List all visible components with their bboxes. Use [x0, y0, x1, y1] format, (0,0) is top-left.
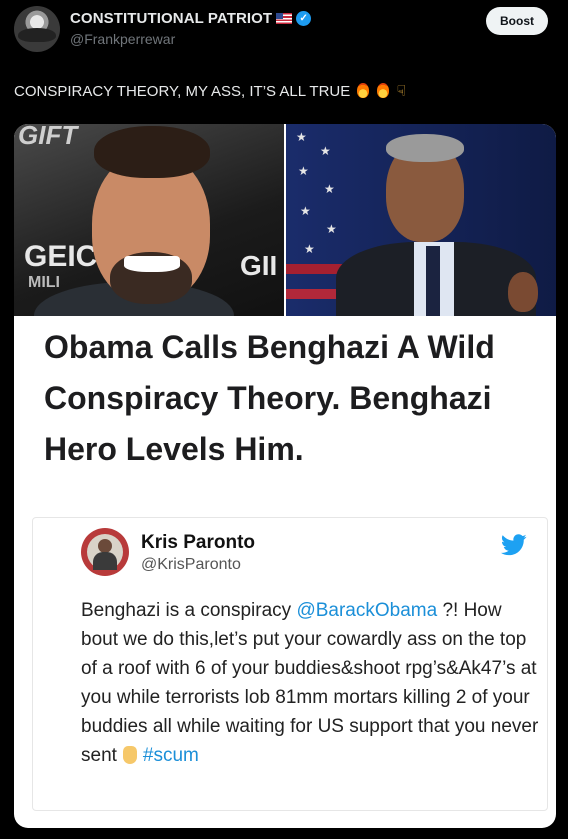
flag-star-icon: ★ [326, 222, 337, 236]
boost-button[interactable]: Boost [486, 7, 548, 35]
verified-badge-icon[interactable]: ✓ [296, 11, 312, 26]
quoted-text-after: ?! How bout we do this,let’s put your co… [81, 600, 539, 766]
middle-finger-icon [122, 746, 137, 764]
photo-paronto: GIFT GEIC MILI GII [14, 124, 284, 316]
paronto-smile [124, 256, 180, 272]
author-name-row: CONSTITUTIONAL PATRIOT ✓ [70, 10, 312, 27]
bg-sign-text-small: MILI [28, 274, 60, 291]
obama-tie [426, 246, 440, 316]
quoted-name: Kris Paronto [141, 532, 256, 553]
quoted-text: Benghazi is a conspiracy @BarackObama ?!… [81, 596, 543, 770]
quoted-hashtag-link[interactable]: #scum [143, 745, 199, 766]
fire-icon [357, 83, 370, 98]
author-display-name[interactable]: CONSTITUTIONAL PATRIOT [70, 10, 272, 27]
flag-star-icon: ★ [296, 130, 307, 144]
fire-icon [376, 83, 389, 98]
flag-star-icon: ★ [324, 182, 335, 196]
us-flag-icon [276, 13, 293, 24]
bg-sign-text-center: GII [240, 250, 278, 281]
flag-star-icon: ★ [298, 164, 309, 178]
paronto-hair [94, 126, 210, 178]
flag-star-icon: ★ [320, 144, 331, 158]
flag-star-icon: ★ [304, 242, 315, 256]
quoted-avatar [81, 528, 129, 576]
obama-hand [508, 272, 538, 312]
pointing-down-icon: ☟ [396, 83, 406, 100]
flag-star-icon: ★ [300, 204, 311, 218]
tweet-text: CONSPIRACY THEORY, MY ASS, IT’S ALL TRUE [14, 83, 351, 100]
author-handle[interactable]: @Frankperrewar [70, 31, 175, 47]
bg-sign-text-mid: GEIC [24, 240, 98, 273]
quoted-tweet-card: Kris Paronto @KrisParonto Benghazi is a … [32, 517, 548, 811]
post-media-image[interactable]: GIFT GEIC MILI GII ★ ★ ★ ★ ★ ★ ★ Obama C… [14, 124, 556, 828]
obama-hair [386, 134, 464, 162]
bg-sign-text-top: GIFT [18, 124, 78, 150]
quoted-handle: @KrisParonto [141, 556, 241, 573]
author-avatar[interactable] [14, 6, 60, 52]
quoted-text-before: Benghazi is a conspiracy [81, 600, 297, 621]
meme-headline: Obama Calls Benghazi A Wild Conspiracy T… [44, 329, 495, 467]
tweet-text-row: CONSPIRACY THEORY, MY ASS, IT’S ALL TRUE… [14, 82, 406, 100]
photo-obama: ★ ★ ★ ★ ★ ★ ★ [286, 124, 556, 316]
twitter-bird-icon [501, 534, 527, 556]
quoted-mention-link[interactable]: @BarackObama [296, 600, 437, 621]
post-header: CONSTITUTIONAL PATRIOT ✓ @Frankperrewar … [0, 0, 568, 70]
